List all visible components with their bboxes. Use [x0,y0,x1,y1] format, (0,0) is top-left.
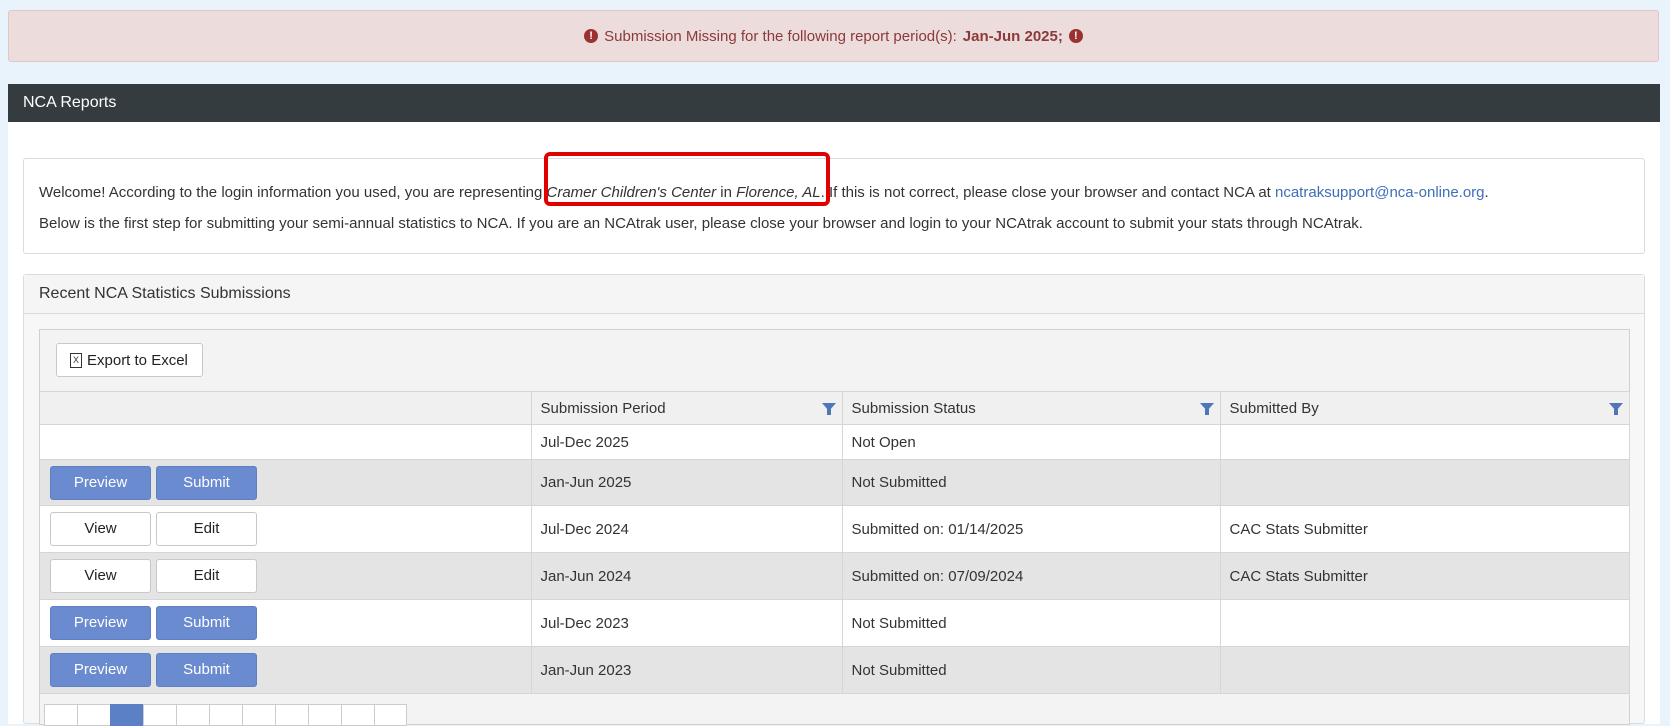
view-button[interactable]: View [50,559,151,593]
column-header-actions [40,391,532,425]
table-header-row: Submission Period Submission Status Subm… [40,391,1630,425]
pager-page-current[interactable] [110,704,143,726]
row-actions: Preview Submit [40,599,532,647]
grid-toolbar: X Export to Excel [40,330,1629,391]
welcome-in: in [716,184,737,201]
pager-page[interactable] [143,704,176,726]
filter-icon[interactable] [1199,403,1214,415]
pager-page[interactable] [242,704,275,726]
filter-icon[interactable] [1608,403,1623,415]
table-row: Preview Submit Jan-Jun 2025 Not Submitted [40,459,1630,506]
table-row: Preview Submit Jul-Dec 2023 Not Submitted [40,599,1630,647]
welcome-box: Welcome! According to the login informat… [23,158,1645,254]
pager-page[interactable] [341,704,374,726]
period-cell: Jul-Dec 2023 [531,599,843,647]
preview-button[interactable]: Preview [50,606,151,640]
submitted-by-cell: CAC Stats Submitter [1220,552,1630,600]
nca-reports-panel: NCA Reports Welcome! According to the lo… [8,84,1660,726]
submitted-by-cell: CAC Stats Submitter [1220,505,1630,553]
preview-button[interactable]: Preview [50,653,151,687]
alert-text: Submission Missing for the following rep… [604,27,957,45]
column-label: Submission Period [540,399,666,417]
column-label: Submitted By [1229,399,1319,417]
status-cell: Not Submitted [842,459,1221,506]
submitted-by-cell [1220,646,1630,694]
status-cell: Submitted on: 07/09/2024 [842,552,1221,600]
period-cell: Jul-Dec 2024 [531,505,843,553]
welcome-text-2: . If this is not correct, please close y… [820,184,1275,201]
center-city: Florence, AL [736,184,821,201]
preview-button[interactable]: Preview [50,465,151,500]
excel-icon: X [70,352,82,368]
status-cell: Submitted on: 01/14/2025 [842,505,1221,553]
submissions-table: Submission Period Submission Status Subm… [40,391,1630,694]
submit-button[interactable]: Submit [156,653,257,687]
pager-page[interactable] [176,704,209,726]
edit-button[interactable]: Edit [156,559,257,593]
period-cell: Jul-Dec 2025 [531,424,843,460]
period-cell: Jan-Jun 2025 [531,459,843,506]
export-label: Export to Excel [87,351,188,369]
alert-periods: Jan-Jun 2025; [962,27,1063,45]
row-actions: View Edit [40,505,532,553]
row-actions [40,424,532,460]
view-button[interactable]: View [50,512,151,546]
submissions-grid: X Export to Excel Submission Period Subm… [39,329,1630,726]
export-to-excel-button[interactable]: X Export to Excel [56,343,203,377]
exclamation-circle-icon: ! [584,29,599,43]
row-actions: View Edit [40,552,532,600]
missing-submission-alert: ! Submission Missing for the following r… [8,10,1659,62]
welcome-line-2: Below is the first step for submitting y… [39,215,1363,232]
center-name: Cramer Children's Center [546,184,717,201]
column-header-period[interactable]: Submission Period [531,391,843,425]
period-cell: Jan-Jun 2023 [531,646,843,694]
submitted-by-cell [1220,424,1630,460]
submit-button[interactable]: Submit [156,606,257,640]
row-actions: Preview Submit [40,646,532,694]
pager-first[interactable] [44,704,77,726]
status-cell: Not Open [842,424,1221,460]
row-actions: Preview Submit [40,459,532,506]
column-header-submitted-by[interactable]: Submitted By [1220,391,1630,425]
exclamation-circle-icon: ! [1068,29,1083,43]
status-cell: Not Submitted [842,599,1221,647]
pager-prev[interactable] [77,704,110,726]
panel-title: NCA Reports [8,84,1660,122]
pager-page[interactable] [308,704,341,726]
column-header-status[interactable]: Submission Status [842,391,1221,425]
submissions-panel: Recent NCA Statistics Submissions X Expo… [23,274,1645,726]
submitted-by-cell [1220,459,1630,506]
edit-button[interactable]: Edit [156,512,257,546]
filter-icon[interactable] [821,403,836,415]
pager-page[interactable] [374,704,407,726]
table-row: Jul-Dec 2025 Not Open [40,424,1630,460]
pager-page[interactable] [275,704,308,726]
status-cell: Not Submitted [842,646,1221,694]
submitted-by-cell [1220,599,1630,647]
welcome-text: Welcome! According to the login informat… [39,184,547,201]
submissions-title: Recent NCA Statistics Submissions [24,275,1644,314]
welcome-period: . [1484,184,1489,201]
table-row: View Edit Jan-Jun 2024 Submitted on: 07/09/… [40,552,1630,600]
support-email-link[interactable]: ncatraksupport@nca-online.org [1275,184,1485,201]
pagination [44,704,407,726]
table-row: Preview Submit Jan-Jun 2023 Not Submitted [40,646,1630,694]
welcome-line-1: Welcome! According to the login informat… [39,177,1629,208]
table-row: View Edit Jul-Dec 2024 Submitted on: 01/14/… [40,505,1630,553]
period-cell: Jan-Jun 2024 [531,552,843,600]
column-label: Submission Status [851,399,976,417]
pager-page[interactable] [209,704,242,726]
submit-button[interactable]: Submit [156,465,257,500]
